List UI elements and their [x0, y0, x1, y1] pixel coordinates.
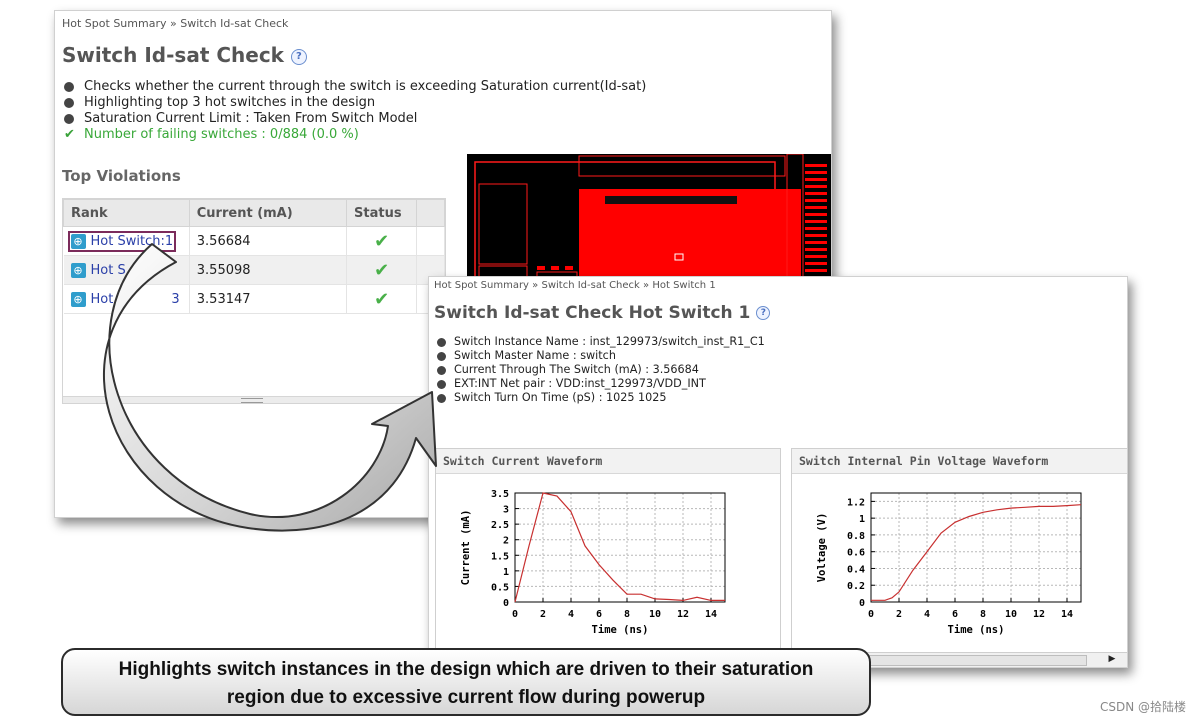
curved-arrow-icon: [103, 243, 437, 532]
caption-box: Highlights switch instances in the desig…: [61, 648, 871, 716]
connector-arrow: [103, 243, 437, 532]
caption-line-1: Highlights switch instances in the desig…: [118, 659, 814, 680]
caption-line-2: region due to excessive current flow dur…: [226, 687, 706, 708]
watermark: CSDN @拾陆楼: [1099, 700, 1186, 714]
